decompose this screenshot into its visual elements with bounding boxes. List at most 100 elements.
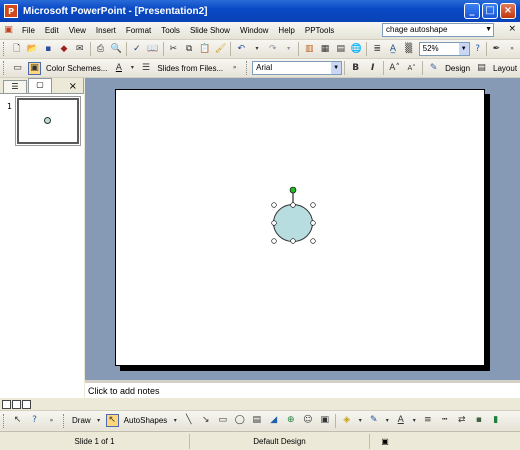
show-formatting-icon[interactable]: A̲ — [387, 43, 399, 56]
design-icon[interactable]: ✎ — [427, 62, 440, 75]
italic-button[interactable]: I — [366, 62, 379, 75]
minimize-button[interactable]: _ — [464, 3, 480, 19]
line-icon[interactable]: ╲ — [182, 414, 195, 427]
ask-question-input[interactable]: chage autoshape ▼ — [382, 23, 494, 37]
picture-icon[interactable]: ▣ — [318, 414, 331, 427]
rotation-handle[interactable] — [289, 186, 297, 194]
menu-pptools[interactable]: PPTools — [300, 26, 339, 35]
autoshapes-menu-button[interactable]: AutoShapes — [124, 416, 168, 425]
normal-view-icon[interactable] — [2, 399, 11, 409]
select-objects-icon[interactable]: ↖ — [105, 414, 119, 427]
grid-icon[interactable]: ▒ — [403, 43, 415, 56]
undo-dropdown-icon[interactable]: ▾ — [251, 43, 263, 56]
cut-icon[interactable]: ✂ — [167, 43, 179, 56]
tables-borders-icon[interactable]: ▤ — [335, 43, 347, 56]
redo-dropdown-icon[interactable]: ▾ — [283, 43, 295, 56]
save-icon[interactable]: ▪ — [42, 43, 54, 56]
copy-icon[interactable]: ⧉ — [183, 43, 195, 56]
research-icon[interactable]: 📖 — [147, 43, 159, 56]
spelling-icon[interactable]: ✓ — [131, 43, 143, 56]
redo-icon[interactable]: ↷ — [267, 43, 279, 56]
format-painter-icon[interactable]: 🖌 — [215, 43, 227, 56]
menu-view[interactable]: View — [64, 26, 91, 35]
bullet-list-icon[interactable]: ☰ — [139, 62, 152, 75]
paste-icon[interactable]: 📋 — [199, 43, 211, 56]
document-icon[interactable]: ▣ — [2, 24, 15, 37]
slide-canvas[interactable] — [115, 89, 485, 366]
maximize-button[interactable]: □ — [482, 3, 498, 19]
font-color-icon[interactable]: A — [112, 62, 125, 75]
close-document-icon[interactable]: × — [508, 24, 516, 34]
chevron-down-icon[interactable]: ▾ — [96, 414, 102, 427]
help-icon[interactable]: ? — [472, 43, 484, 56]
slide-icon[interactable]: ▭ — [11, 62, 24, 75]
resize-handle-top[interactable] — [290, 202, 296, 208]
arrow-style-icon[interactable]: ⇄ — [455, 414, 468, 427]
open-icon[interactable]: 📂 — [27, 43, 39, 56]
arrow-icon[interactable]: ↘ — [199, 414, 212, 427]
slide-editing-area[interactable] — [85, 78, 520, 380]
toolbar-grip[interactable] — [3, 61, 6, 75]
layout-button[interactable]: Layout — [493, 64, 517, 73]
print-icon[interactable]: ⎙ — [95, 43, 107, 56]
menu-slide-show[interactable]: Slide Show — [185, 26, 235, 35]
design-button[interactable]: Design — [445, 64, 470, 73]
color-schemes-button[interactable]: Color Schemes... — [46, 64, 107, 73]
wordart-icon[interactable]: ◢ — [267, 414, 280, 427]
chevron-down-icon[interactable]: ▾ — [172, 414, 178, 427]
text-box-icon[interactable]: ▤ — [250, 414, 263, 427]
insert-hyperlink-icon[interactable]: 🌐 — [351, 43, 363, 56]
menu-tools[interactable]: Tools — [156, 26, 185, 35]
insert-table-icon[interactable]: ▦ — [319, 43, 331, 56]
toolbar-options-icon[interactable]: » — [45, 414, 58, 427]
print-preview-icon[interactable]: 🔍 — [110, 43, 122, 56]
toolbar-options-icon[interactable]: » — [506, 43, 518, 56]
title-bar[interactable]: P Microsoft PowerPoint - [Presentation2]… — [0, 0, 520, 22]
slides-from-files-button[interactable]: Slides from Files... — [157, 64, 223, 73]
resize-handle-bottom-left[interactable] — [271, 238, 277, 244]
close-button[interactable]: × — [500, 3, 516, 19]
help-icon[interactable]: ? — [28, 414, 41, 427]
toolbar-grip[interactable] — [246, 61, 249, 75]
menu-insert[interactable]: Insert — [91, 26, 121, 35]
oval-shape[interactable] — [273, 204, 313, 242]
menu-window[interactable]: Window — [235, 26, 273, 35]
chevron-down-icon[interactable]: ▾ — [384, 414, 390, 427]
toolbar-grip[interactable] — [3, 42, 6, 56]
slide-show-view-icon[interactable] — [22, 399, 31, 409]
powerpoint-app-icon[interactable]: P — [4, 4, 18, 18]
resize-handle-bottom[interactable] — [290, 238, 296, 244]
decrease-font-icon[interactable]: A˅ — [405, 62, 418, 75]
slide-sorter-view-icon[interactable] — [12, 399, 21, 409]
menu-format[interactable]: Format — [121, 26, 156, 35]
chevron-down-icon[interactable]: ▼ — [331, 62, 342, 74]
resize-handle-top-left[interactable] — [271, 202, 277, 208]
menu-edit[interactable]: Edit — [40, 26, 64, 35]
expand-all-icon[interactable]: ≣ — [371, 43, 383, 56]
tab-slides[interactable]: ▢ — [28, 78, 52, 93]
line-color-icon[interactable]: ✎ — [367, 414, 380, 427]
tab-outline[interactable]: ☰ — [3, 80, 27, 93]
close-pane-icon[interactable]: × — [69, 81, 77, 93]
notes-pane[interactable]: Click to add notes — [85, 380, 520, 398]
shadow-style-icon[interactable]: ▪ — [472, 414, 485, 427]
toolbar-options-icon[interactable]: » — [228, 62, 241, 75]
toolbar-grip[interactable] — [3, 413, 6, 428]
pptools-icon[interactable]: ✒ — [490, 43, 502, 56]
3d-style-icon[interactable]: ▮ — [489, 414, 502, 427]
resize-handle-right[interactable] — [310, 220, 316, 226]
toolbar-grip[interactable] — [63, 413, 66, 428]
select-pointer-icon[interactable]: ↖ — [11, 414, 24, 427]
diagram-icon[interactable]: ⊕ — [284, 414, 297, 427]
layout-icon[interactable]: ▤ — [475, 62, 488, 75]
rectangle-icon[interactable]: ▭ — [216, 414, 229, 427]
fill-color-icon[interactable]: ◈ — [340, 414, 353, 427]
increase-font-icon[interactable]: A˄ — [388, 62, 401, 75]
new-icon[interactable]: 🗋 — [11, 43, 23, 56]
slide-thumbnail[interactable] — [16, 97, 80, 145]
resize-handle-left[interactable] — [271, 220, 277, 226]
chevron-down-icon[interactable]: ▼ — [458, 43, 469, 55]
insert-chart-icon[interactable]: ▥ — [303, 43, 315, 56]
font-color-icon[interactable]: A — [394, 414, 407, 427]
chevron-down-icon[interactable]: ▾ — [411, 414, 417, 427]
